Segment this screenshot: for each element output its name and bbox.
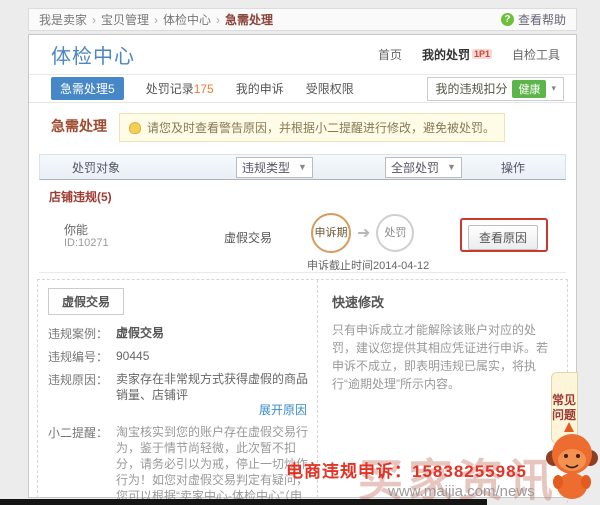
field-label: 小二提醒： [48,424,116,505]
breadcrumb-separator: › [154,13,158,27]
tab-my-appeals[interactable]: 我的申诉 [236,80,284,97]
field-value: 90445 [116,348,309,365]
field-label: 违规编号： [48,348,116,365]
chevron-down-icon: ▼ [298,162,307,172]
nav-my-penalties-label: 我的处罚 [422,48,470,62]
help-icon: ? [501,13,514,26]
nav-self-check-tools[interactable]: 自检工具 [512,46,560,63]
watermark-phone-text: 电商违规申诉：15838255985 [286,457,527,482]
expand-reason-link[interactable]: 展开原因 [48,401,307,418]
step-appeal-period: 申诉期 [311,213,351,253]
header-nav: 首页 我的处罚1P1 自检工具 [378,46,560,63]
appeal-progress-steps: 申诉期 ➜ 处罚 [311,213,414,253]
view-help-label: 查看帮助 [518,11,566,28]
breadcrumb: 我是卖家 › 宝贝管理 › 体检中心 › 急需处理 ? 查看帮助 [28,8,577,31]
appeal-deadline: 申诉截止时间2014-04-12 [307,257,429,273]
chevron-down-icon: ▼ [447,162,456,172]
field-value: 卖家存在非常规方式获得虚假的商品销量、店铺评 [116,371,309,403]
detail-left-column: 虚假交易 违规案例： 虚假交易 违规编号： 90445 违规原因： 卖家存在非常… [38,280,318,505]
breadcrumb-item-checkup[interactable]: 体检中心 [163,11,211,28]
warning-notice: 请您及时查看警告原因，并根据小二提醒进行修改，避免被处罚。 [119,113,505,142]
violation-type-select-value: 违规类型 [242,159,290,176]
watermark-url: www.maijia.com/news [388,483,535,500]
penalty-count-badge: 1P1 [472,49,492,59]
tabs-row: 急需处理5 处罚记录175 我的申诉 受限权限 我的违规扣分 健康 ▾ [29,75,576,103]
notice-row: 急需处理 请您及时查看警告原因，并根据小二提醒进行修改，避免被处罚。 [29,103,576,148]
field-label: 违规原因： [48,371,116,403]
group-title-shop-violations: 店铺违规(5) [29,180,576,207]
column-header-object: 处罚对象 [72,159,120,176]
penalty-records-count: 175 [194,82,214,96]
main-panel: 体检中心 首页 我的处罚1P1 自检工具 急需处理5 处罚记录175 我的申诉 … [28,34,577,498]
tab-penalty-records[interactable]: 处罚记录175 [146,80,214,97]
penalty-filter-select[interactable]: 全部处罚 ▼ [385,157,462,178]
violation-score-label: 我的违规扣分 [435,80,507,97]
tab-restricted-permissions[interactable]: 受限权限 [306,80,354,97]
column-header-action: 操作 [501,159,525,176]
nav-home[interactable]: 首页 [378,46,402,63]
arrow-right-icon: ➜ [357,223,370,243]
view-help-link[interactable]: ? 查看帮助 [501,11,566,28]
breadcrumb-current: 急需处理 [225,11,273,28]
step-penalty: 处罚 [376,214,414,252]
field-case: 违规案例： 虚假交易 [48,325,309,342]
field-value: 虚假交易 [116,325,309,342]
breadcrumb-separator: › [92,13,96,27]
tab-urgent[interactable]: 急需处理5 [51,77,124,100]
violation-type-select[interactable]: 违规类型 ▼ [236,157,313,178]
breadcrumb-item-items[interactable]: 宝贝管理 [101,11,149,28]
violation-type-cell: 虚假交易 [224,229,272,246]
field-label: 违规案例： [48,325,116,342]
quick-fix-title: 快速修改 [332,292,553,311]
page-title: 体检中心 [51,40,135,69]
section-title-urgent: 急需处理 [51,113,107,136]
view-reason-button[interactable]: 查看原因 [468,225,538,250]
mascot-icon [544,420,600,502]
tab-penalty-records-label: 处罚记录 [146,82,194,96]
breadcrumb-separator: › [216,13,220,27]
warning-notice-text: 请您及时查看警告原因，并根据小二提醒进行修改，避免被处罚。 [147,119,495,136]
panel-header: 体检中心 首页 我的处罚1P1 自检工具 [29,35,576,75]
quick-fix-text: 只有申诉成立才能解除该账户对应的处罚，建议您提供其相应凭证进行申诉。若申诉不成立… [332,321,553,393]
violation-score-dropdown[interactable]: 我的违规扣分 健康 ▾ [427,77,564,101]
penalty-filter-select-value: 全部处罚 [391,159,439,176]
screen: 我是卖家 › 宝贝管理 › 体检中心 › 急需处理 ? 查看帮助 体检中心 首页… [0,0,600,505]
seller-id: ID:10271 [64,237,109,249]
breadcrumb-item-seller[interactable]: 我是卖家 [39,11,87,28]
health-status-badge: 健康 [512,80,546,98]
filter-bar: 处罚对象 违规类型 ▼ 全部处罚 ▼ 操作 [39,154,566,180]
field-number: 违规编号： 90445 [48,348,309,365]
violation-table-row: 你能 ID:10271 虚假交易 申诉期 ➜ 处罚 申诉截止时间2014-04-… [39,207,566,273]
field-reminder: 小二提醒： 淘宝核实到您的账户存在虚假交易行为，鉴于情节尚轻微，此次暂不扣分，请… [48,424,309,505]
chevron-down-icon: ▾ [551,83,556,94]
nav-my-penalties[interactable]: 我的处罚1P1 [422,46,492,63]
field-value: 淘宝核实到您的账户存在虚假交易行为，鉴于情节尚轻微，此次暂不扣分，请务必引以为戒… [116,424,309,505]
violation-tag: 虚假交易 [48,288,124,315]
field-reason: 违规原因： 卖家存在非常规方式获得虚假的商品销量、店铺评 [48,371,309,403]
bulb-icon [129,122,141,134]
mascot-character [544,420,600,505]
seller-name: 你能 [64,221,88,238]
bottom-dark-bar [0,499,487,505]
